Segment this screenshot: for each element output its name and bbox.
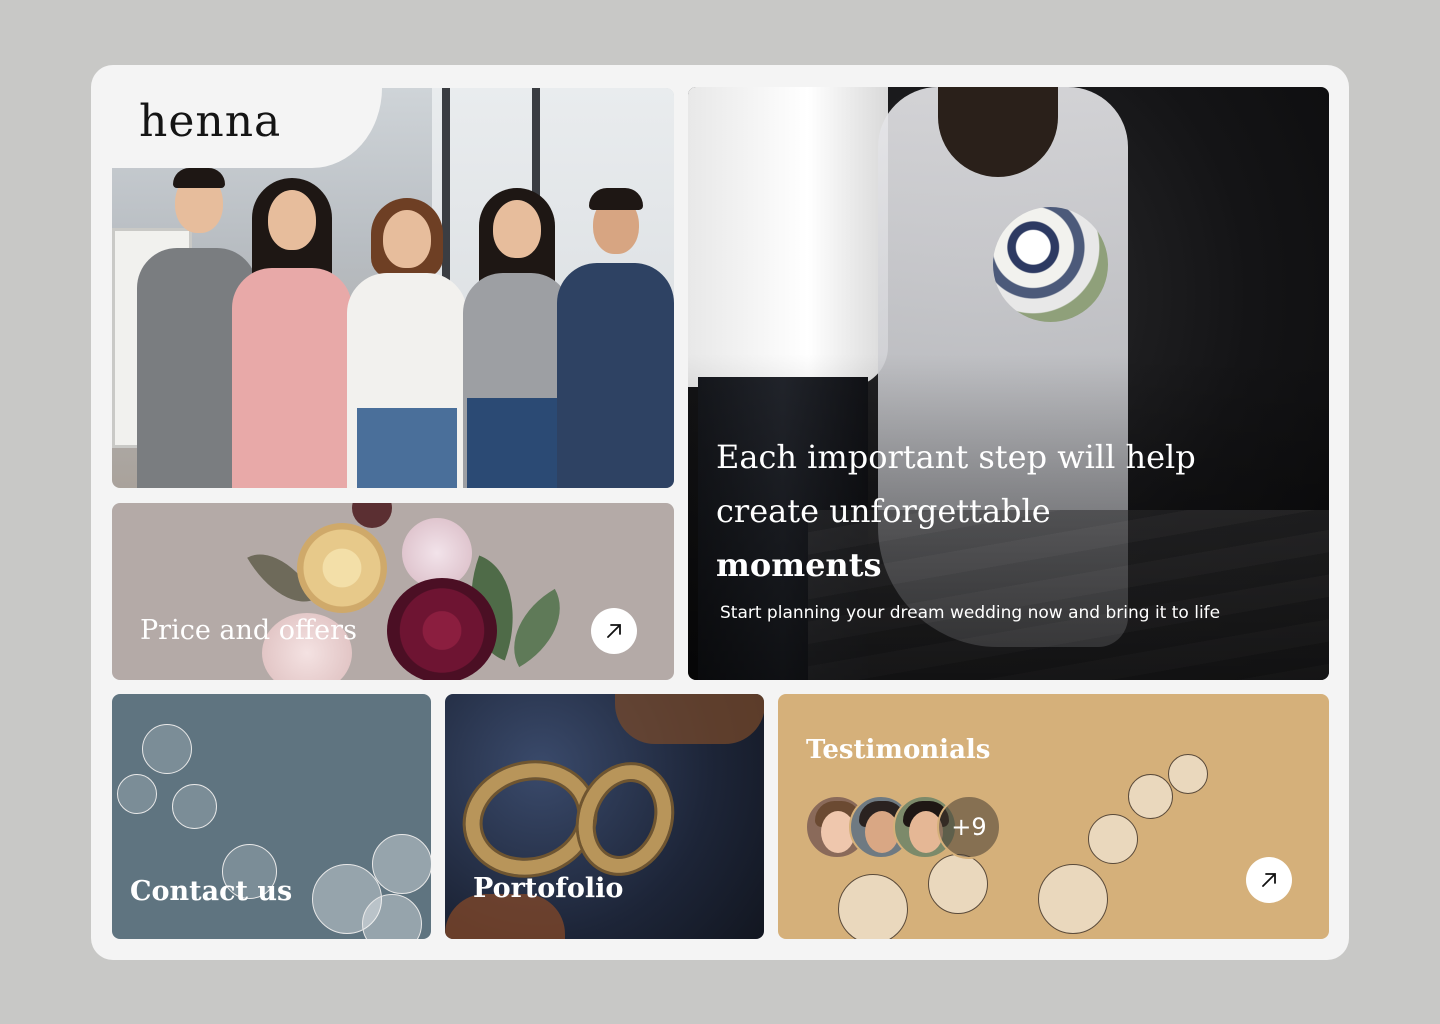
- testimonials-card-label: Testimonials: [806, 735, 991, 765]
- sketch-flower: [142, 724, 192, 774]
- sketch-flower: [1168, 754, 1208, 794]
- bud: [352, 503, 392, 528]
- avatar-more-count[interactable]: +9: [937, 795, 1001, 859]
- hero-headline: Each important step will help create unf…: [716, 430, 1276, 592]
- hero-headline-line2: create unforgettable: [716, 492, 1051, 530]
- sketch-flower: [928, 854, 988, 914]
- portfolio-card-label: Portofolio: [473, 873, 624, 904]
- sketch-flower: [1128, 774, 1173, 819]
- sketch-flower: [1038, 864, 1108, 934]
- hero-subtext: Start planning your dream wedding now an…: [720, 603, 1221, 623]
- sketch-flower: [362, 894, 422, 939]
- sketch-flower: [172, 784, 217, 829]
- arrow-up-right-icon: [607, 624, 621, 638]
- hero-headline-line1: Each important step will help: [716, 438, 1196, 476]
- price-card[interactable]: [112, 503, 674, 680]
- rose-burgundy: [387, 578, 497, 680]
- team-member: [347, 198, 467, 488]
- arrow-up-right-icon: [1262, 873, 1276, 887]
- wedding-ring: [563, 751, 687, 887]
- price-card-arrow-button[interactable]: [591, 608, 637, 654]
- team-member: [232, 178, 352, 488]
- brand-logo[interactable]: henna: [139, 96, 281, 147]
- rose-yellow: [297, 523, 387, 613]
- sketch-flower: [372, 834, 431, 894]
- price-card-label: Price and offers: [140, 615, 357, 646]
- sketch-flower: [1088, 814, 1138, 864]
- sketch-flower: [838, 874, 908, 939]
- hero-headline-bold: moments: [716, 546, 882, 584]
- sketch-flower: [117, 774, 157, 814]
- team-member: [557, 188, 674, 488]
- contact-card-label: Contact us: [130, 876, 293, 907]
- dried-petals: [615, 694, 764, 744]
- testimonials-arrow-button[interactable]: [1246, 857, 1292, 903]
